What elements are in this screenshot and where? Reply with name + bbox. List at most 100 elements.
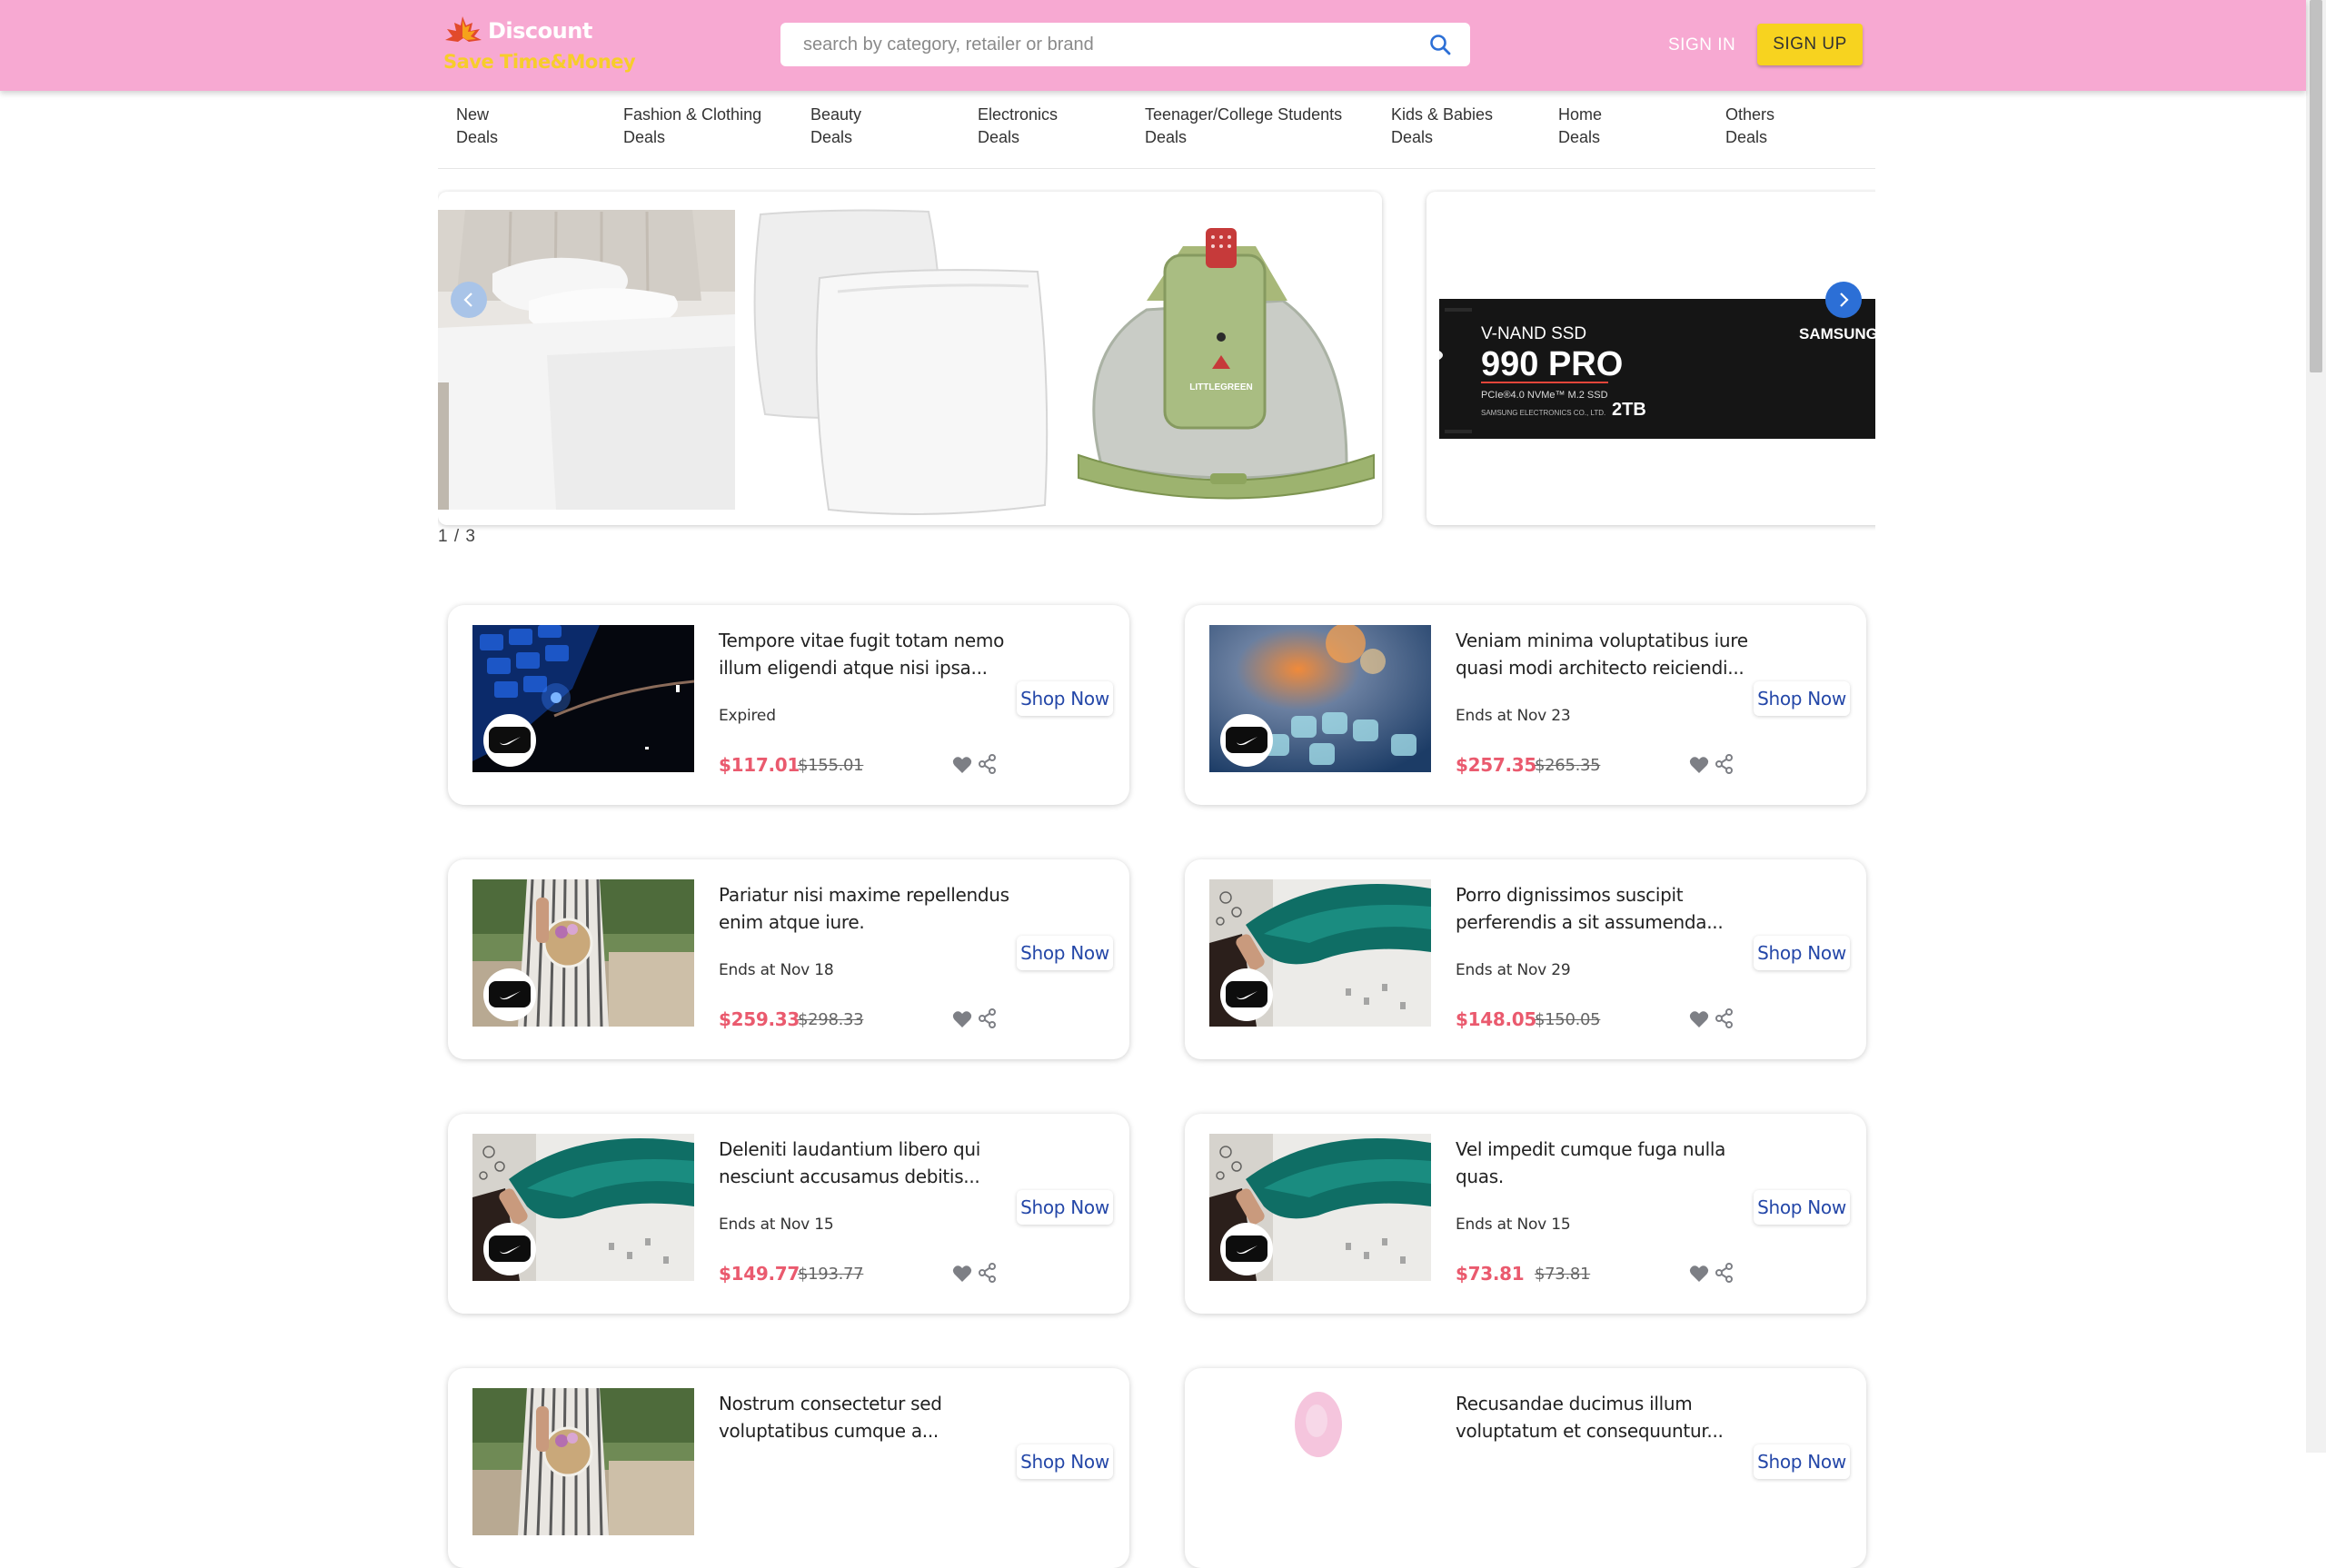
deal-price: $257.35: [1456, 754, 1536, 776]
heart-icon[interactable]: [952, 756, 972, 774]
carousel-prev-button[interactable]: [451, 282, 487, 318]
deal-card[interactable]: Vel impedit cumque fuga nulla quas. Ends…: [1185, 1114, 1866, 1314]
deal-image[interactable]: [472, 1134, 694, 1281]
heart-icon[interactable]: [952, 1265, 972, 1283]
sign-in-button[interactable]: SIGN IN: [1654, 27, 1750, 64]
search-bar: [780, 23, 1470, 66]
nav-beauty-deals[interactable]: Beauty Deals: [810, 104, 861, 149]
deal-title[interactable]: Nostrum consectetur sed voluptatibus cum…: [719, 1390, 1019, 1444]
share-icon[interactable]: [979, 1008, 997, 1028]
search-input[interactable]: [780, 23, 1407, 66]
deal-card[interactable]: Nostrum consectetur sed voluptatibus cum…: [448, 1368, 1129, 1568]
deal-card[interactable]: Pariatur nisi maxime repellendus enim at…: [448, 859, 1129, 1059]
nav-others-deals[interactable]: Others Deals: [1725, 104, 1774, 149]
nav-sublabel: Deals: [456, 128, 499, 146]
deal-status: Ends at Nov 23: [1456, 707, 1571, 725]
deal-image[interactable]: [1209, 625, 1431, 772]
shop-now-button[interactable]: Shop Now: [1754, 1190, 1850, 1225]
deals-carousel: LITTLEGREEN V-NAND SSD 990 PRO PCIe®4.0 …: [438, 189, 1875, 554]
swoosh-logo-icon: [1226, 727, 1267, 753]
heart-icon[interactable]: [952, 1010, 972, 1028]
heart-icon[interactable]: [1689, 1265, 1709, 1283]
heart-icon[interactable]: [1689, 756, 1709, 774]
deal-price: $149.77: [719, 1263, 800, 1285]
nav-teenager-college-deals[interactable]: Teenager/College Students Deals: [1145, 104, 1342, 149]
deal-price: $117.01: [719, 754, 800, 776]
chevron-left-icon: [463, 293, 472, 307]
nav-kids-babies-deals[interactable]: Kids & Babies Deals: [1391, 104, 1493, 149]
ssd-model: 990 PRO: [1481, 345, 1623, 383]
deal-title[interactable]: Deleniti laudantium libero qui nesciunt …: [719, 1136, 1019, 1190]
swoosh-logo-icon: [489, 1236, 531, 1262]
site-logo[interactable]: Discount Save Time&Money: [442, 13, 641, 76]
share-icon[interactable]: [1715, 1008, 1734, 1028]
shop-now-button[interactable]: Shop Now: [1017, 1190, 1113, 1225]
deal-image[interactable]: [1209, 1388, 1431, 1535]
deal-status: Ends at Nov 29: [1456, 961, 1571, 979]
swoosh-logo-icon: [1226, 981, 1267, 1007]
retailer-badge: [1220, 1223, 1273, 1275]
retailer-badge: [1220, 968, 1273, 1021]
share-icon[interactable]: [979, 1263, 997, 1283]
deal-image[interactable]: [472, 1388, 694, 1535]
retailer-badge: [1220, 714, 1273, 767]
deal-original-price: $265.35: [1535, 756, 1601, 775]
share-icon[interactable]: [979, 754, 997, 774]
deal-card[interactable]: Veniam minima voluptatibus iure quasi mo…: [1185, 605, 1866, 805]
deal-card[interactable]: Tempore vitae fugit totam nemo illum eli…: [448, 605, 1129, 805]
ssd-maker: SAMSUNG ELECTRONICS CO., LTD.: [1481, 409, 1605, 417]
page-scrollbar[interactable]: [2306, 0, 2326, 1453]
category-nav: New Deals Fashion & Clothing Deals Beaut…: [438, 91, 1875, 169]
shop-now-button[interactable]: Shop Now: [1754, 936, 1850, 970]
deal-title[interactable]: Veniam minima voluptatibus iure quasi mo…: [1456, 627, 1755, 681]
deal-card[interactable]: Deleniti laudantium libero qui nesciunt …: [448, 1114, 1129, 1314]
shop-now-button[interactable]: Shop Now: [1017, 936, 1113, 970]
deal-status: Expired: [719, 707, 776, 725]
share-icon[interactable]: [1715, 754, 1734, 774]
nav-new-deals[interactable]: New Deals: [456, 104, 498, 149]
deal-title[interactable]: Porro dignissimos suscipit perferendis a…: [1456, 881, 1755, 936]
search-icon[interactable]: [1428, 33, 1452, 56]
heart-icon[interactable]: [1689, 1010, 1709, 1028]
nav-sublabel: Deals: [1725, 128, 1768, 146]
home-products-image: LITTLEGREEN: [438, 192, 1382, 525]
shop-now-button[interactable]: Shop Now: [1754, 681, 1850, 716]
brand-name: Discount: [488, 18, 592, 44]
nav-label: Teenager/College Students: [1145, 105, 1343, 124]
deal-title[interactable]: Vel impedit cumque fuga nulla quas.: [1456, 1136, 1755, 1190]
shop-now-button[interactable]: Shop Now: [1017, 1444, 1113, 1479]
deal-title[interactable]: Tempore vitae fugit totam nemo illum eli…: [719, 627, 1019, 681]
nav-sublabel: Deals: [1391, 128, 1434, 146]
carousel-slide-ssd[interactable]: V-NAND SSD 990 PRO PCIe®4.0 NVMe™ M.2 SS…: [1426, 192, 1875, 525]
deal-title[interactable]: Recusandae ducimus illum voluptatum et c…: [1456, 1390, 1755, 1444]
deal-original-price: $150.05: [1535, 1010, 1601, 1029]
nav-sublabel: Deals: [978, 128, 1020, 146]
nav-sublabel: Deals: [623, 128, 666, 146]
nav-fashion-clothing-deals[interactable]: Fashion & Clothing Deals: [623, 104, 761, 149]
deal-card[interactable]: Porro dignissimos suscipit perferendis a…: [1185, 859, 1866, 1059]
ssd-brand: SAMSUNG: [1799, 325, 1875, 342]
deal-image[interactable]: [472, 879, 694, 1027]
carousel-slide-home-essentials[interactable]: LITTLEGREEN: [438, 192, 1382, 525]
share-icon[interactable]: [1715, 1263, 1734, 1283]
deal-card[interactable]: Recusandae ducimus illum voluptatum et c…: [1185, 1368, 1866, 1568]
scrollbar-thumb[interactable]: [2310, 0, 2322, 372]
retailer-badge: [483, 1223, 536, 1275]
nav-sublabel: Deals: [1558, 128, 1601, 146]
shop-now-button[interactable]: Shop Now: [1017, 681, 1113, 716]
top-header: Discount Save Time&Money SIGN IN SIGN UP: [0, 0, 2306, 91]
deal-price: $259.33: [719, 1008, 800, 1030]
chevron-right-icon: [1840, 293, 1849, 307]
nav-home-deals[interactable]: Home Deals: [1558, 104, 1602, 149]
deal-title[interactable]: Pariatur nisi maxime repellendus enim at…: [719, 881, 1019, 936]
sign-up-button[interactable]: SIGN UP: [1757, 24, 1863, 65]
carousel-next-button[interactable]: [1825, 282, 1862, 318]
deal-image[interactable]: [472, 625, 694, 772]
shop-now-button[interactable]: Shop Now: [1754, 1444, 1850, 1479]
carousel-counter: 1 / 3: [438, 527, 476, 546]
deal-image[interactable]: [1209, 879, 1431, 1027]
nav-electronics-deals[interactable]: Electronics Deals: [978, 104, 1058, 149]
deal-image[interactable]: [1209, 1134, 1431, 1281]
deal-status: Ends at Nov 15: [719, 1216, 834, 1234]
nav-label: Electronics: [978, 105, 1059, 124]
